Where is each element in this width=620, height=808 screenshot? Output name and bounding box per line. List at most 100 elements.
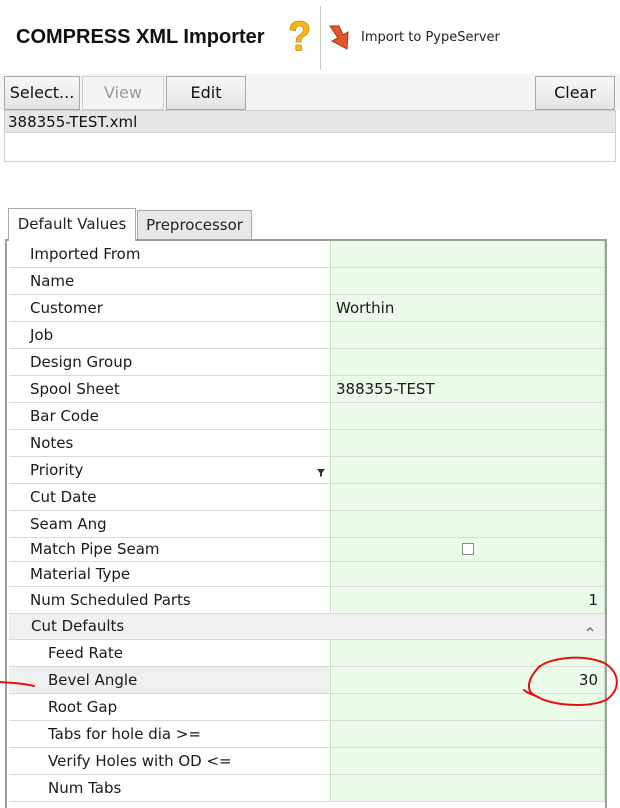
property-row-num-scheduled-parts[interactable]: Num Scheduled Parts 1	[9, 587, 605, 614]
property-label: Num Tabs	[48, 779, 122, 797]
property-label: Bar Code	[30, 407, 99, 425]
property-label: Root Gap	[48, 698, 118, 716]
property-value-cell[interactable]: Worthin	[332, 295, 605, 321]
property-row-bevel-angle[interactable]: Bevel Angle 30	[9, 667, 605, 694]
property-name-cell: Seam Ang	[9, 511, 331, 537]
category-cut-defaults[interactable]: Cut Defaults	[9, 614, 605, 640]
property-value-cell[interactable]	[332, 322, 605, 348]
import-to-pypeserver-button[interactable]: Import to PypeServer	[324, 20, 524, 56]
chevron-up-icon[interactable]	[585, 620, 595, 632]
property-row-job[interactable]: Job	[9, 322, 605, 349]
property-value-cell[interactable]	[332, 484, 605, 510]
property-value-cell[interactable]: 1	[332, 587, 605, 613]
property-value-cell[interactable]	[332, 268, 605, 294]
property-value-cell[interactable]	[332, 562, 605, 586]
property-value-cell[interactable]	[332, 511, 605, 537]
property-value-cell[interactable]: 30	[332, 667, 605, 693]
filter-icon[interactable]	[317, 463, 325, 477]
property-row-notes[interactable]: Notes	[9, 430, 605, 457]
select-button[interactable]: Select...	[4, 76, 80, 110]
property-label: Name	[30, 272, 75, 290]
property-value: 388355-TEST	[336, 380, 435, 398]
property-label: Design Group	[30, 353, 133, 371]
view-button[interactable]: View	[82, 76, 164, 110]
property-row-customer[interactable]: Customer Worthin	[9, 295, 605, 322]
property-value: 30	[578, 671, 598, 689]
property-row-seam-ang[interactable]: Seam Ang	[9, 511, 605, 538]
property-row-material-type[interactable]: Material Type	[9, 562, 605, 587]
property-value-cell[interactable]	[332, 640, 605, 666]
file-name: 388355-TEST.xml	[8, 113, 138, 131]
property-name-cell: Spool Sheet	[9, 376, 331, 402]
match-pipe-seam-checkbox[interactable]	[462, 543, 474, 555]
property-value-cell[interactable]	[332, 748, 605, 774]
property-value-cell[interactable]	[332, 775, 605, 801]
property-row-feed-rate[interactable]: Feed Rate	[9, 640, 605, 667]
property-label: Spool Sheet	[30, 380, 120, 398]
property-row-design-group[interactable]: Design Group	[9, 349, 605, 376]
property-value: Worthin	[336, 299, 395, 317]
property-value: 1	[588, 591, 598, 609]
question-mark-icon[interactable]	[286, 20, 312, 54]
toolbar: Select... View Edit Clear	[0, 74, 620, 110]
property-value-cell[interactable]	[332, 241, 605, 267]
property-grid: Imported From Name Customer Worthin Job …	[5, 239, 607, 808]
edit-button[interactable]: Edit	[166, 76, 246, 110]
property-value-cell[interactable]	[332, 403, 605, 429]
property-name-cell: Notes	[9, 430, 331, 456]
property-value-cell[interactable]: 388355-TEST	[332, 376, 605, 402]
header: COMPRESS XML Importer Import to PypeServ…	[0, 0, 620, 74]
property-name-cell: Customer	[9, 295, 331, 321]
property-name-cell: Num Tabs	[9, 775, 331, 801]
property-value-cell[interactable]	[332, 349, 605, 375]
property-row-priority[interactable]: Priority	[9, 457, 605, 484]
property-row-match-pipe-seam[interactable]: Match Pipe Seam	[9, 538, 605, 562]
tab-preprocessor[interactable]: Preprocessor	[137, 210, 252, 240]
property-row-verify-holes-with-od[interactable]: Verify Holes with OD <=	[9, 748, 605, 775]
property-value-cell[interactable]	[332, 538, 605, 561]
property-value-cell[interactable]	[332, 430, 605, 456]
property-value-cell[interactable]	[332, 721, 605, 747]
property-row-bar-code[interactable]: Bar Code	[9, 403, 605, 430]
import-label: Import to PypeServer	[361, 30, 500, 45]
property-label: Material Type	[30, 565, 131, 583]
property-name-cell: Priority	[9, 457, 331, 483]
property-label: Job	[30, 326, 54, 344]
property-row-tabs-for-hole-dia[interactable]: Tabs for hole dia >=	[9, 721, 605, 748]
property-row-spool-sheet[interactable]: Spool Sheet 388355-TEST	[9, 376, 605, 403]
property-row-root-gap[interactable]: Root Gap	[9, 694, 605, 721]
clear-button[interactable]: Clear	[535, 76, 615, 110]
category-label: Cut Defaults	[31, 617, 125, 635]
property-name-cell: Cut Date	[9, 484, 331, 510]
property-name-cell: Tabs for hole dia >=	[9, 721, 331, 747]
property-name-cell: Match Pipe Seam	[9, 538, 331, 561]
property-name-cell: Job	[9, 322, 331, 348]
property-name-cell: Design Group	[9, 349, 331, 375]
file-list[interactable]: 388355-TEST.xml	[4, 110, 616, 162]
property-name-cell: Bar Code	[9, 403, 331, 429]
app-title: COMPRESS XML Importer	[16, 26, 265, 48]
property-name-cell: Feed Rate	[9, 640, 331, 666]
file-list-item[interactable]: 388355-TEST.xml	[5, 111, 615, 133]
property-label: Verify Holes with OD <=	[48, 752, 232, 770]
property-row-cut-date[interactable]: Cut Date	[9, 484, 605, 511]
property-row-name[interactable]: Name	[9, 268, 605, 295]
tab-default-values[interactable]: Default Values	[8, 208, 136, 241]
property-label: Bevel Angle	[48, 671, 138, 689]
property-label: Seam Ang	[30, 515, 107, 533]
property-label: Imported From	[30, 245, 141, 263]
property-name-cell: Imported From	[9, 241, 331, 267]
property-label: Priority	[30, 461, 84, 479]
property-name-cell: Root Gap	[9, 694, 331, 720]
property-value-cell[interactable]	[332, 457, 605, 483]
property-label: Num Scheduled Parts	[30, 591, 191, 609]
property-name-cell: Num Scheduled Parts	[9, 587, 331, 613]
arrow-down-icon	[326, 22, 356, 52]
property-name-cell: Name	[9, 268, 331, 294]
property-name-cell: Verify Holes with OD <=	[9, 748, 331, 774]
property-row-imported-from[interactable]: Imported From	[9, 241, 605, 268]
property-row-num-tabs[interactable]: Num Tabs	[9, 775, 605, 802]
header-divider	[320, 6, 321, 70]
property-value-cell[interactable]	[332, 694, 605, 720]
property-name-cell: Material Type	[9, 562, 331, 586]
